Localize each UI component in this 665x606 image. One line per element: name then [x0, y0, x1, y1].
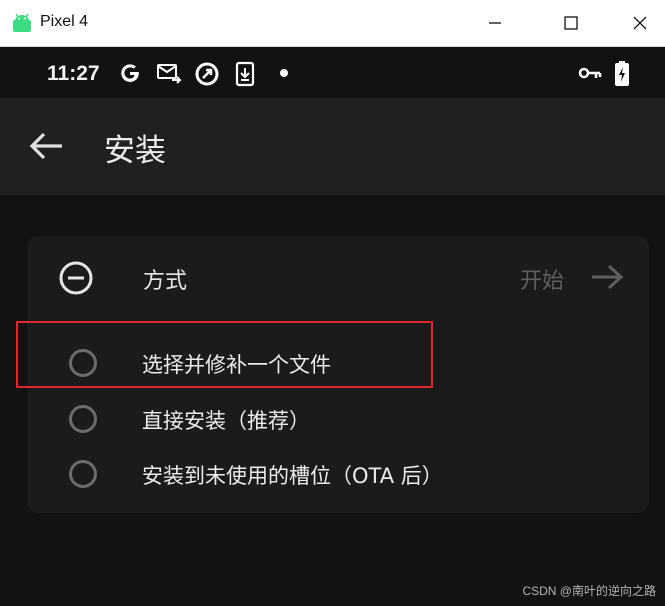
arrow-left-icon[interactable] [28, 129, 64, 163]
radio-button[interactable] [69, 405, 97, 433]
method-label: 方式 [143, 269, 188, 294]
status-time: 11:27 [47, 62, 100, 85]
minimize-button[interactable] [472, 0, 518, 46]
option-direct-install[interactable]: 直接安装（推荐） [27, 397, 649, 453]
download-icon [235, 61, 255, 87]
vpn-key-icon [578, 67, 602, 79]
mail-forward-icon [157, 64, 182, 84]
maximize-icon [564, 16, 578, 30]
close-button[interactable] [617, 0, 663, 46]
option-label: 直接安装（推荐） [142, 409, 310, 433]
annotation-highlight-box [16, 321, 433, 388]
close-icon [633, 16, 647, 30]
minimize-icon [489, 22, 501, 24]
window-title: Pixel 4 [40, 13, 89, 30]
window-title-bar: Pixel 4 [0, 0, 665, 47]
app-bar: 安装 [0, 98, 665, 195]
radio-button[interactable] [69, 460, 97, 488]
battery-charging-icon [615, 61, 629, 86]
watermark: CSDN @南叶的逆向之路 [522, 584, 656, 598]
notification-dot-icon [280, 69, 288, 77]
option-label: 安装到未使用的槽位（OTA 后） [142, 464, 443, 488]
sync-icon [195, 62, 219, 86]
arrow-right-icon[interactable] [590, 264, 624, 290]
android-studio-icon [13, 13, 31, 32]
status-bar: 11:27 [0, 47, 665, 98]
remove-circle-icon [59, 261, 93, 295]
google-icon [121, 64, 139, 82]
maximize-button[interactable] [548, 0, 594, 46]
page-title: 安装 [104, 133, 166, 168]
option-install-to-inactive-slot[interactable]: 安装到未使用的槽位（OTA 后） [27, 452, 649, 508]
start-button-label[interactable]: 开始 [520, 263, 564, 295]
